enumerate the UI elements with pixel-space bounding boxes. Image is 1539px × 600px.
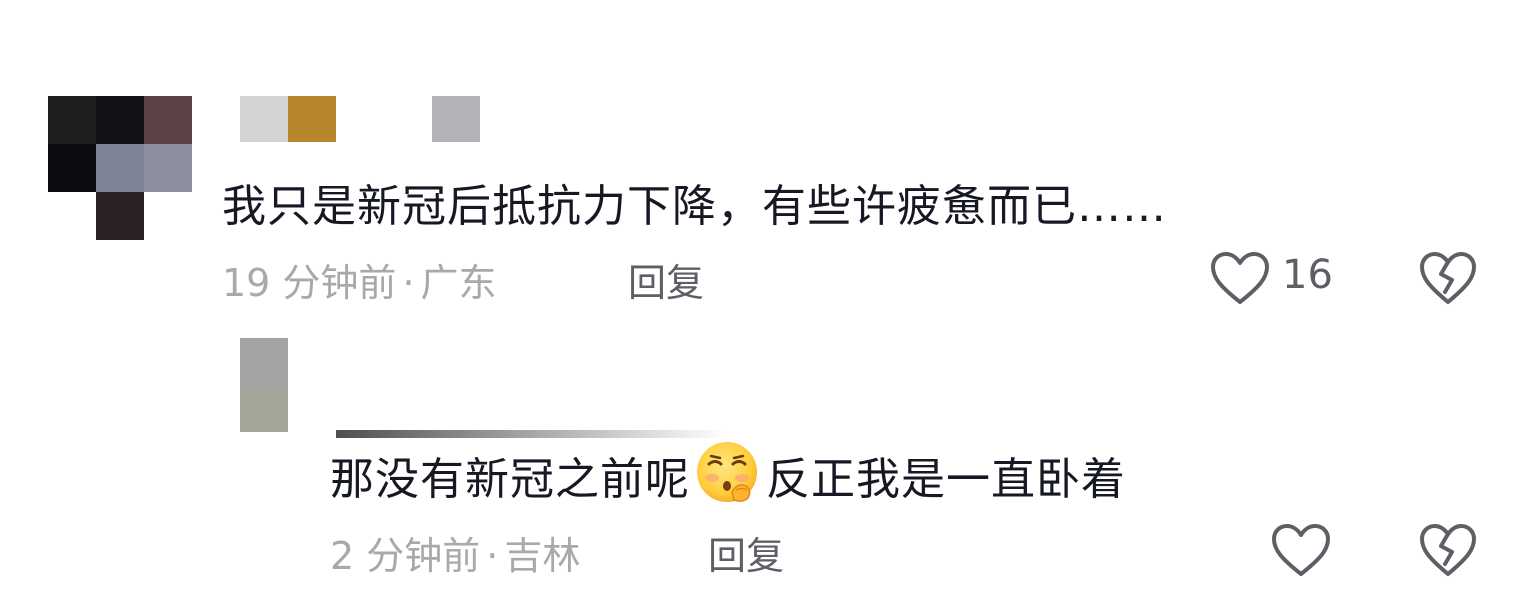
reply-button[interactable]: 回复	[628, 252, 704, 307]
comment-text: 我只是新冠后抵抗力下降，有些许疲惫而已……	[222, 181, 1167, 232]
broken-heart-icon	[1420, 524, 1476, 576]
reply-button[interactable]: 回复	[708, 525, 784, 580]
reply-avatar-pixelated[interactable]	[240, 338, 288, 432]
meta-separator: ·	[402, 261, 415, 305]
reply-text: 那没有新冠之前呢 反正我是一直卧着	[330, 440, 1126, 517]
dislike-button[interactable]	[1419, 250, 1477, 310]
dislike-button[interactable]	[1419, 522, 1477, 582]
comment-location: 广东	[420, 261, 497, 305]
reply-location: 吉林	[504, 534, 581, 578]
comment-time: 19 分钟前	[222, 261, 397, 305]
reply-username-pixelated	[336, 430, 726, 438]
like-count: 16	[1282, 252, 1333, 298]
heart-outline-icon	[1211, 252, 1269, 304]
heart-outline-icon	[1272, 524, 1330, 576]
comment-meta: 19 分钟前 · 广东	[222, 252, 497, 307]
avatar-pixelated[interactable]	[48, 96, 192, 240]
reply-text-part1: 那没有新冠之前呢	[330, 454, 690, 505]
like-button[interactable]	[1270, 522, 1332, 582]
like-button[interactable]	[1209, 250, 1271, 310]
broken-heart-icon	[1420, 252, 1476, 304]
reply-text-part2: 反正我是一直卧着	[766, 454, 1126, 505]
username-pixelated[interactable]	[240, 96, 480, 142]
shushing-face-emoji	[692, 440, 762, 517]
reply-meta: 2 分钟前 · 吉林	[330, 525, 580, 580]
reply-time: 2 分钟前	[330, 534, 481, 578]
meta-separator: ·	[486, 534, 499, 578]
